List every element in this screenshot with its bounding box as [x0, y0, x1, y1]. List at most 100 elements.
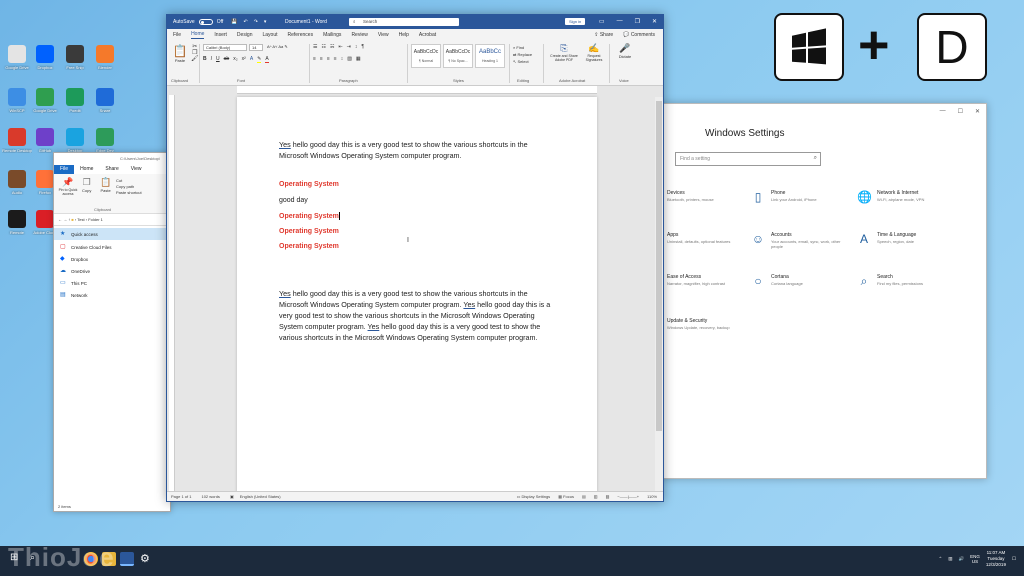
desktop-icon[interactable]: Audio [2, 170, 32, 195]
settings-category[interactable]: ▯ Phone Link your Android, iPhone [751, 190, 845, 220]
display-settings-button[interactable]: ▭ Display Settings [517, 494, 551, 499]
show-marks-icon[interactable]: ¶ [361, 44, 364, 50]
replace-button[interactable]: ⇄ Replace [513, 51, 532, 58]
document-scrollbar[interactable] [655, 97, 663, 493]
close-icon[interactable]: ✕ [975, 108, 980, 115]
explorer-tab-share[interactable]: Share [99, 165, 124, 174]
grow-font-icon[interactable]: A^ A˅ Aa ✎ [267, 44, 288, 49]
explorer-tab-view[interactable]: View [125, 165, 148, 174]
menu-design[interactable]: Design [237, 32, 253, 38]
ribbon-display-icon[interactable]: ▭ [599, 18, 605, 25]
menu-layout[interactable]: Layout [263, 32, 278, 38]
zoom-slider[interactable]: −——|——+ [617, 494, 639, 499]
keyboard-language[interactable]: ENG US [970, 554, 980, 564]
print-layout-icon[interactable]: ▥ [594, 494, 598, 499]
up-icon[interactable]: ↑ [68, 217, 70, 222]
word-search-input[interactable]: ⌕ Search [349, 18, 459, 26]
explorer-address-bar[interactable]: ← → ↑ ■ › Test › Folder 1 [54, 214, 170, 226]
desktop-icon[interactable]: Google Drive [2, 45, 32, 70]
share-button[interactable]: ⇪ Share [594, 32, 613, 38]
bullets-icon[interactable]: ☰ [313, 44, 317, 50]
menu-file[interactable]: File [173, 32, 181, 38]
menu-references[interactable]: References [288, 32, 314, 38]
desktop-icon[interactable]: Google Drive [30, 88, 60, 113]
settings-taskbar-icon[interactable]: ⚙ [140, 552, 154, 566]
menu-acrobat[interactable]: Acrobat [419, 32, 436, 38]
redo-icon[interactable]: ↷ [254, 19, 258, 25]
dictate-button[interactable]: 🎤 Dictate [615, 43, 635, 59]
word-minimize-icon[interactable]: — [617, 18, 623, 25]
settings-category[interactable]: ⌕ Search Find my files, permissions [857, 274, 951, 304]
scrollbar-thumb[interactable] [656, 101, 662, 431]
style-heading-1[interactable]: AaBbCc Heading 1 [475, 44, 505, 68]
menu-home[interactable]: Home [191, 31, 205, 39]
desktop-icon[interactable]: Edge Dev [90, 128, 120, 153]
volume-icon[interactable]: 🔊 [959, 556, 965, 562]
explorer-nav-item[interactable]: ☁ OneDrive [54, 265, 170, 277]
notification-icon[interactable]: ☐ [1012, 556, 1016, 562]
maximize-icon[interactable]: ☐ [958, 108, 963, 115]
explorer-nav-item[interactable]: ▭ This PC [54, 277, 170, 289]
page-count[interactable]: Page 1 of 1 [171, 494, 191, 499]
align-right-icon[interactable]: ≡ [327, 56, 330, 62]
sign-in-button[interactable]: Sign in [565, 18, 586, 25]
menu-view[interactable]: View [378, 32, 389, 38]
minimize-icon[interactable]: — [940, 108, 946, 114]
document-page[interactable]: Yes hello good day this is a very good t… [237, 97, 597, 495]
network-icon[interactable]: ▥ [948, 556, 952, 562]
menu-mailings[interactable]: Mailings [323, 32, 341, 38]
find-button[interactable]: ⌕ Find [513, 44, 532, 51]
desktop-icon[interactable]: Free Snip [60, 45, 90, 70]
shading-icon[interactable]: ▨ [347, 56, 352, 62]
decrease-indent-icon[interactable]: ⇤ [338, 44, 342, 50]
align-left-icon[interactable]: ≡ [313, 56, 316, 62]
settings-category[interactable]: 🌐 Network & Internet Wi-Fi, airplane mode,… [857, 190, 951, 220]
superscript-button[interactable]: x² [242, 56, 246, 63]
desktop-icon[interactable]: Dropbox [30, 45, 60, 70]
desktop-icon[interactable]: GitHub [30, 128, 60, 153]
style-normal[interactable]: AaBbCcDc ¶ Normal [411, 44, 441, 68]
word-close-icon[interactable]: ✕ [652, 18, 657, 25]
paste-button-word[interactable]: 📋 Paste [171, 44, 189, 63]
language[interactable]: English (United States) [240, 494, 281, 499]
explorer-tab-home[interactable]: Home [74, 165, 99, 174]
format-painter-icon[interactable]: 🖌 [191, 56, 199, 62]
line-spacing-icon[interactable]: ↕ [341, 56, 344, 62]
word-count[interactable]: 102 words [201, 494, 219, 499]
style-no-spacing[interactable]: AaBbCcDc ¶ No Spac... [443, 44, 473, 68]
desktop-icon[interactable]: Remote [2, 210, 32, 235]
back-icon[interactable]: ← [58, 217, 62, 222]
select-button[interactable]: ↖ Select [513, 58, 532, 65]
request-signatures-button[interactable]: ✍ Request Signatures [583, 43, 605, 62]
settings-category[interactable]: ○ Cortana Cortana language [751, 274, 845, 304]
menu-help[interactable]: Help [399, 32, 409, 38]
word-taskbar-icon[interactable] [120, 552, 134, 566]
tray-chevron-icon[interactable]: ⌃ [939, 556, 943, 562]
vertical-ruler[interactable] [169, 95, 175, 495]
font-name-select[interactable]: Calibri (Body) [203, 44, 247, 51]
menu-review[interactable]: Review [351, 32, 367, 38]
desktop-icon[interactable]: Snare [90, 88, 120, 113]
settings-category[interactable]: A Time & Language Speech, region, date [857, 232, 951, 262]
horizontal-ruler[interactable] [237, 86, 597, 94]
zoom-level[interactable]: 110% [647, 494, 657, 499]
comments-button[interactable]: 💬 Comments [623, 32, 655, 38]
autosave-toggle[interactable] [198, 19, 213, 25]
desktop-icon[interactable]: Remote Desktop [2, 128, 32, 153]
text-effects-button[interactable]: A [250, 56, 253, 63]
justify-icon[interactable]: ≡ [334, 56, 337, 62]
align-center-icon[interactable]: ≡ [320, 56, 323, 62]
settings-search-input[interactable]: Find a setting ⌕ [675, 152, 821, 166]
numbering-icon[interactable]: ☷ [321, 44, 325, 50]
save-icon[interactable]: 💾 [231, 19, 237, 25]
subscript-button[interactable]: x₂ [233, 56, 237, 63]
borders-icon[interactable]: ▦ [356, 56, 361, 62]
quick-access-more-icon[interactable]: ▾ [264, 19, 267, 25]
forward-icon[interactable]: → [63, 217, 67, 222]
address-segment-test[interactable]: Test [77, 217, 84, 222]
desktop-icon[interactable]: Blender [90, 45, 120, 70]
proofing-icon[interactable]: ▣ [230, 494, 234, 499]
clock[interactable]: 11:07 AM Tuesday 12/3/2019 [986, 550, 1006, 568]
word-maximize-icon[interactable]: ❐ [635, 18, 640, 25]
paste-button[interactable]: 📋 Paste [100, 177, 111, 193]
